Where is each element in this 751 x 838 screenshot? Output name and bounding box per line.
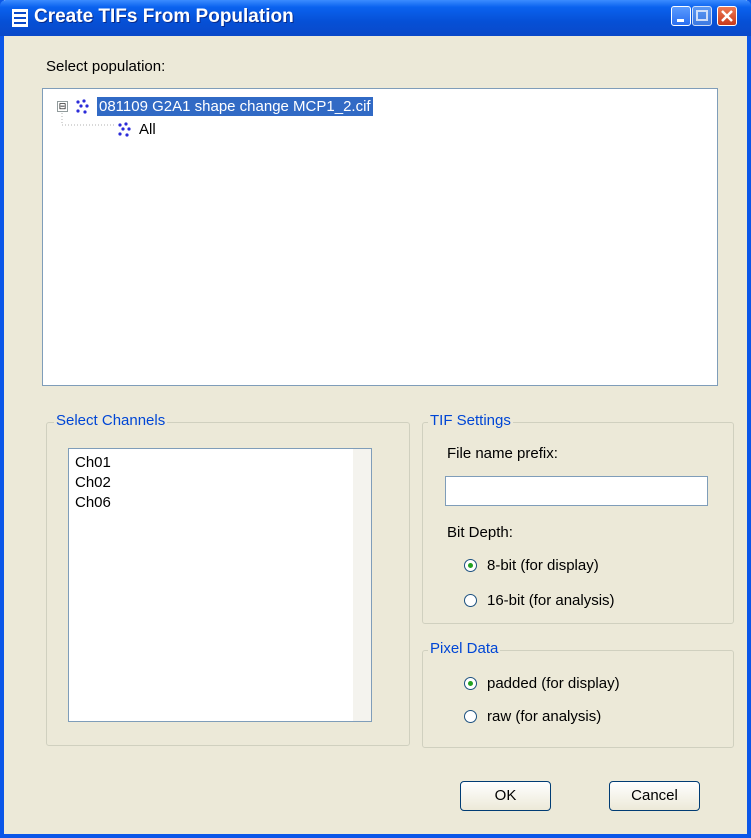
radio-padded-label[interactable]: padded (for display)	[487, 675, 620, 692]
radio-raw[interactable]: raw (for analysis)	[464, 708, 601, 725]
cancel-button[interactable]: Cancel	[609, 781, 700, 811]
tree-node-root-label[interactable]: 081109 G2A1 shape change MCP1_2.cif	[97, 97, 373, 116]
radio-16bit[interactable]: 16-bit (for analysis)	[464, 592, 615, 609]
select-channels-title: Select Channels	[54, 412, 168, 429]
minimize-button[interactable]	[671, 6, 691, 26]
bit-depth-label: Bit Depth:	[447, 524, 513, 541]
radio-unchecked-icon[interactable]	[464, 594, 477, 607]
maximize-button[interactable]	[692, 6, 712, 26]
file-name-prefix-input[interactable]	[445, 476, 708, 506]
maximize-icon	[696, 10, 708, 21]
radio-padded[interactable]: padded (for display)	[464, 675, 620, 692]
listbox-scrollbar[interactable]	[353, 449, 371, 721]
title-bar[interactable]: Create TIFs From Population	[0, 0, 751, 36]
radio-raw-label[interactable]: raw (for analysis)	[487, 708, 601, 725]
select-population-label: Select population:	[46, 58, 166, 75]
tif-settings-title: TIF Settings	[428, 412, 513, 429]
file-name-prefix-label: File name prefix:	[447, 445, 558, 462]
tree-node-all[interactable]: All	[117, 121, 156, 138]
pixel-data-title: Pixel Data	[428, 640, 501, 657]
ok-button[interactable]: OK	[460, 781, 551, 811]
tree-connector	[61, 113, 116, 126]
radio-8bit[interactable]: 8-bit (for display)	[464, 557, 599, 574]
channel-item[interactable]: Ch01	[75, 454, 111, 471]
window-title: Create TIFs From Population	[34, 6, 294, 27]
radio-unchecked-icon[interactable]	[464, 710, 477, 723]
create-tifs-dialog: Create TIFs From Population Select popul…	[0, 0, 751, 838]
tree-node-all-label[interactable]: All	[139, 121, 156, 138]
radio-checked-icon[interactable]	[464, 559, 477, 572]
app-icon	[12, 9, 28, 27]
radio-checked-icon[interactable]	[464, 677, 477, 690]
channel-item[interactable]: Ch06	[75, 494, 111, 511]
radio-16bit-label[interactable]: 16-bit (for analysis)	[487, 592, 615, 609]
pixel-data-group	[422, 650, 734, 748]
close-icon	[721, 10, 733, 22]
population-tree[interactable]: ⊟ 081109 G2A1 shape change MCP1_2.cif Al…	[42, 88, 718, 386]
close-button[interactable]	[717, 6, 737, 26]
radio-8bit-label[interactable]: 8-bit (for display)	[487, 557, 599, 574]
population-icon	[118, 121, 131, 137]
minimize-icon	[677, 19, 684, 22]
channel-item[interactable]: Ch02	[75, 474, 111, 491]
channels-listbox[interactable]: Ch01 Ch02 Ch06	[68, 448, 372, 722]
collapse-icon[interactable]: ⊟	[57, 101, 68, 112]
